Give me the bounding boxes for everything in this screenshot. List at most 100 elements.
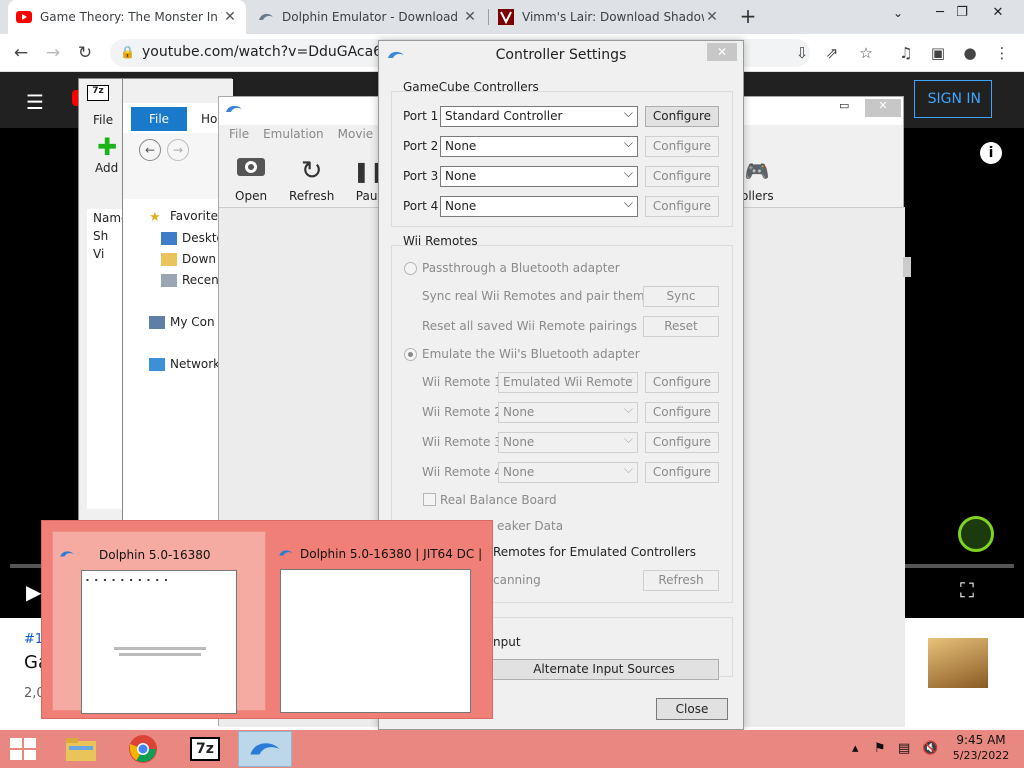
thumbnail-dolphin-game[interactable]: Dolphin 5.0-16380 | JIT64 DC | N... xyxy=(272,531,486,713)
sign-in-button[interactable]: SIGN IN xyxy=(914,80,992,118)
new-tab-button[interactable]: + xyxy=(738,6,758,26)
dialog-close-icon[interactable]: ✕ xyxy=(707,43,737,61)
menu-movie[interactable]: Movie xyxy=(338,127,374,147)
explorer-nav-row: ← → xyxy=(123,133,233,199)
toolbar-refresh-button[interactable]: ↻ Refresh xyxy=(289,153,334,203)
tab-search-icon[interactable]: ⌄ xyxy=(880,2,916,24)
chrome-menu-icon[interactable]: ⋮ xyxy=(992,43,1012,63)
toolbar-open-button[interactable]: Open xyxy=(235,153,267,203)
menu-file[interactable]: File xyxy=(93,113,113,127)
dolphin-menubar: File Emulation Movie xyxy=(219,127,373,147)
tab-close-icon[interactable]: ✕ xyxy=(462,9,478,25)
gamecube-group-title: GameCube Controllers xyxy=(403,80,539,94)
fullscreen-icon[interactable]: ⛶ xyxy=(960,578,974,602)
network-icon[interactable]: ▤ xyxy=(898,741,910,756)
wii-remote-2-configure-button[interactable]: Configure xyxy=(645,402,719,423)
taskbar-7zip[interactable]: 7z xyxy=(178,731,232,767)
ribbon-file-tab[interactable]: File xyxy=(131,107,187,131)
profile-avatar-icon[interactable]: ● xyxy=(960,43,980,63)
menu-file[interactable]: File xyxy=(229,127,249,147)
tree-favorites[interactable]: ★ Favorite xyxy=(149,209,218,225)
dolphin-close-button[interactable]: ✕ xyxy=(865,99,901,117)
desktop-icon xyxy=(161,231,177,245)
7zip-icon: 7z xyxy=(190,737,220,761)
install-icon[interactable]: ⇩ xyxy=(792,43,812,63)
close-button[interactable]: ✕ xyxy=(980,2,1016,24)
dolphin-icon xyxy=(278,547,294,561)
recommended-thumbnail[interactable] xyxy=(928,638,988,688)
tree-network[interactable]: Network xyxy=(149,357,220,371)
side-panel-icon[interactable]: ▣ xyxy=(928,43,948,63)
tree-desktop[interactable]: Deskto xyxy=(161,231,224,245)
port-2-configure-button[interactable]: Configure xyxy=(645,136,719,157)
network-icon xyxy=(149,357,165,371)
port-4-select[interactable]: None xyxy=(440,196,638,217)
media-control-icon[interactable]: ♫ xyxy=(896,43,916,63)
wii-refresh-button[interactable]: Refresh xyxy=(643,570,719,591)
port-1-label: Port 1 xyxy=(403,109,439,123)
port-4-configure-button[interactable]: Configure xyxy=(645,196,719,217)
close-dialog-button[interactable]: Close xyxy=(656,698,728,720)
tab-youtube[interactable]: Game Theory: The Monster In Th ✕ xyxy=(8,0,246,34)
reload-icon[interactable]: ↻ xyxy=(74,42,96,64)
dialog-title: Controller Settings xyxy=(495,47,627,63)
tab-separator xyxy=(488,9,489,25)
wii-remote-4-select[interactable]: None xyxy=(498,462,638,483)
balance-board-checkbox[interactable] xyxy=(423,493,436,506)
back-arrow-icon[interactable]: ← xyxy=(139,139,161,161)
taskbar-explorer[interactable] xyxy=(54,731,108,767)
wii-remote-1-select[interactable]: Emulated Wii Remote xyxy=(498,372,638,393)
thumbnail-dolphin-main[interactable]: Dolphin 5.0-16380 ▪ ▪ ▪ ▪ ▪ ▪ ▪ ▪ ▪ ▪ xyxy=(52,531,266,714)
tab-close-icon[interactable]: ✕ xyxy=(704,9,720,25)
dialog-titlebar: Controller Settings ✕ xyxy=(379,41,743,71)
start-button[interactable] xyxy=(10,738,38,760)
tree-recent[interactable]: Recen xyxy=(161,273,219,287)
sync-button[interactable]: Sync xyxy=(643,286,719,307)
taskbar-dolphin[interactable] xyxy=(238,731,292,767)
ribbon-home-tab[interactable]: Ho xyxy=(201,112,217,126)
port-1-configure-button[interactable]: Configure xyxy=(645,106,719,127)
toolbar-controllers-button[interactable]: 🎮 ollers xyxy=(741,153,774,203)
back-arrow-icon[interactable]: ← xyxy=(10,42,32,64)
reset-button[interactable]: Reset xyxy=(643,316,719,337)
menu-emulation[interactable]: Emulation xyxy=(263,127,324,147)
wii-remote-2-select[interactable]: None xyxy=(498,402,638,423)
passthrough-radio[interactable] xyxy=(404,262,417,275)
wii-remote-4-configure-button[interactable]: Configure xyxy=(645,462,719,483)
port-2-select[interactable]: None xyxy=(440,136,638,157)
port-3-select[interactable]: None xyxy=(440,166,638,187)
tree-downloads[interactable]: Down xyxy=(161,252,216,266)
bookmark-star-icon[interactable]: ☆ xyxy=(856,43,876,63)
tree-my-computer[interactable]: My Con xyxy=(149,315,215,329)
forward-arrow-icon[interactable]: → xyxy=(167,139,189,161)
add-button-label[interactable]: Add xyxy=(95,161,118,175)
tab-title: Game Theory: The Monster In Th xyxy=(40,10,222,24)
restore-button[interactable]: ❐ xyxy=(944,2,980,24)
alternate-input-sources-button[interactable]: Alternate Input Sources xyxy=(489,659,719,680)
forward-arrow-icon[interactable]: → xyxy=(42,42,64,64)
system-clock[interactable]: 9:45 AM 5/23/2022 xyxy=(946,733,1016,762)
hamburger-menu-icon[interactable]: ☰ xyxy=(26,90,44,114)
dolphin-minimize-button[interactable]: ▭ xyxy=(853,81,863,94)
emulate-bluetooth-radio[interactable] xyxy=(404,348,417,361)
volume-muted-icon[interactable]: 🔇 xyxy=(922,741,938,756)
wii-remote-3-configure-button[interactable]: Configure xyxy=(645,432,719,453)
wii-remote-1-configure-button[interactable]: Configure xyxy=(645,372,719,393)
scrollbar-thumb[interactable] xyxy=(903,257,911,277)
port-3-configure-button[interactable]: Configure xyxy=(645,166,719,187)
action-center-flag-icon[interactable]: ⚑ xyxy=(874,741,886,756)
share-icon[interactable]: ⇗ xyxy=(822,43,842,63)
tab-close-icon[interactable]: ✕ xyxy=(222,9,238,25)
port-1-select[interactable]: Standard Controller xyxy=(440,106,638,127)
dolphin-restore-button[interactable]: ▭ xyxy=(839,99,849,112)
taskbar-chrome[interactable] xyxy=(116,731,170,767)
tab-dolphin-download[interactable]: Dolphin Emulator - Download ✕ xyxy=(250,0,486,34)
play-icon[interactable]: ▶ xyxy=(26,580,41,604)
info-icon[interactable]: i xyxy=(980,142,1002,164)
tab-vimms-lair[interactable]: Vimm's Lair: Download Shadow t ✕ xyxy=(490,0,728,34)
show-hidden-icons-icon[interactable]: ▴ xyxy=(852,741,859,756)
wii-remote-3-select[interactable]: None xyxy=(498,432,638,453)
add-plus-icon[interactable]: ✚ xyxy=(97,133,117,161)
lock-icon: 🔒 xyxy=(120,45,135,59)
dolphin-icon xyxy=(258,9,274,25)
